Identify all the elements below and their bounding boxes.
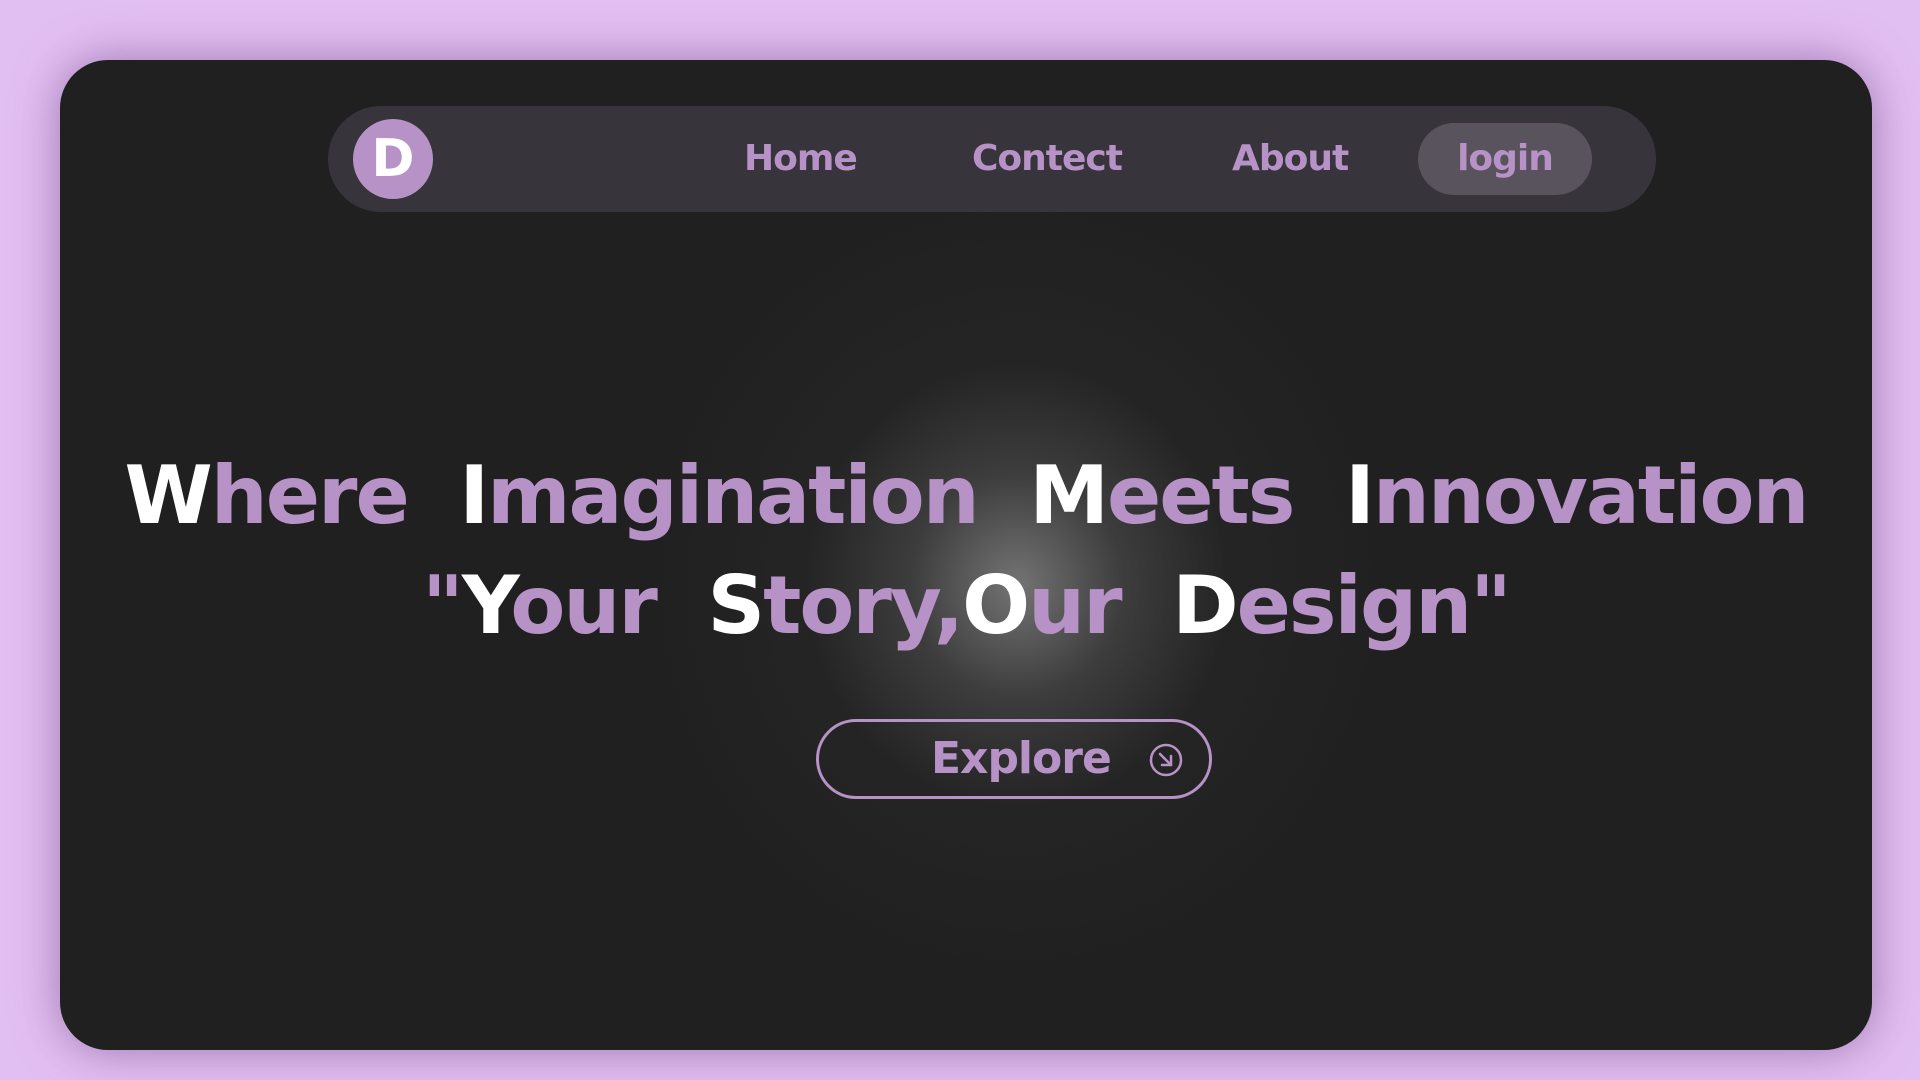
navbar: D Home Contect About login <box>328 106 1656 212</box>
login-button[interactable]: login <box>1418 123 1592 195</box>
headline-word: Innovation <box>1345 449 1809 542</box>
arrow-down-right-circle-icon <box>1149 743 1183 777</box>
nav-contect-link[interactable]: Contect <box>972 132 1123 186</box>
logo[interactable]: D <box>353 119 433 199</box>
headline-word: Imagination <box>459 449 979 542</box>
headline-word: Where <box>124 449 410 542</box>
nav-about-link[interactable]: About <box>1232 132 1349 186</box>
explore-label: Explore <box>931 733 1112 784</box>
nav-home-link[interactable]: Home <box>744 132 858 186</box>
headline-word: Meets <box>1029 449 1295 542</box>
hero-headline: Where Imagination Meets Innovation <box>60 449 1872 542</box>
explore-button[interactable]: Explore <box>816 719 1212 799</box>
hero-tagline: "Your Story,Our Design" <box>422 559 1512 652</box>
main-panel: D Home Contect About login Where Imagina… <box>60 60 1872 1050</box>
